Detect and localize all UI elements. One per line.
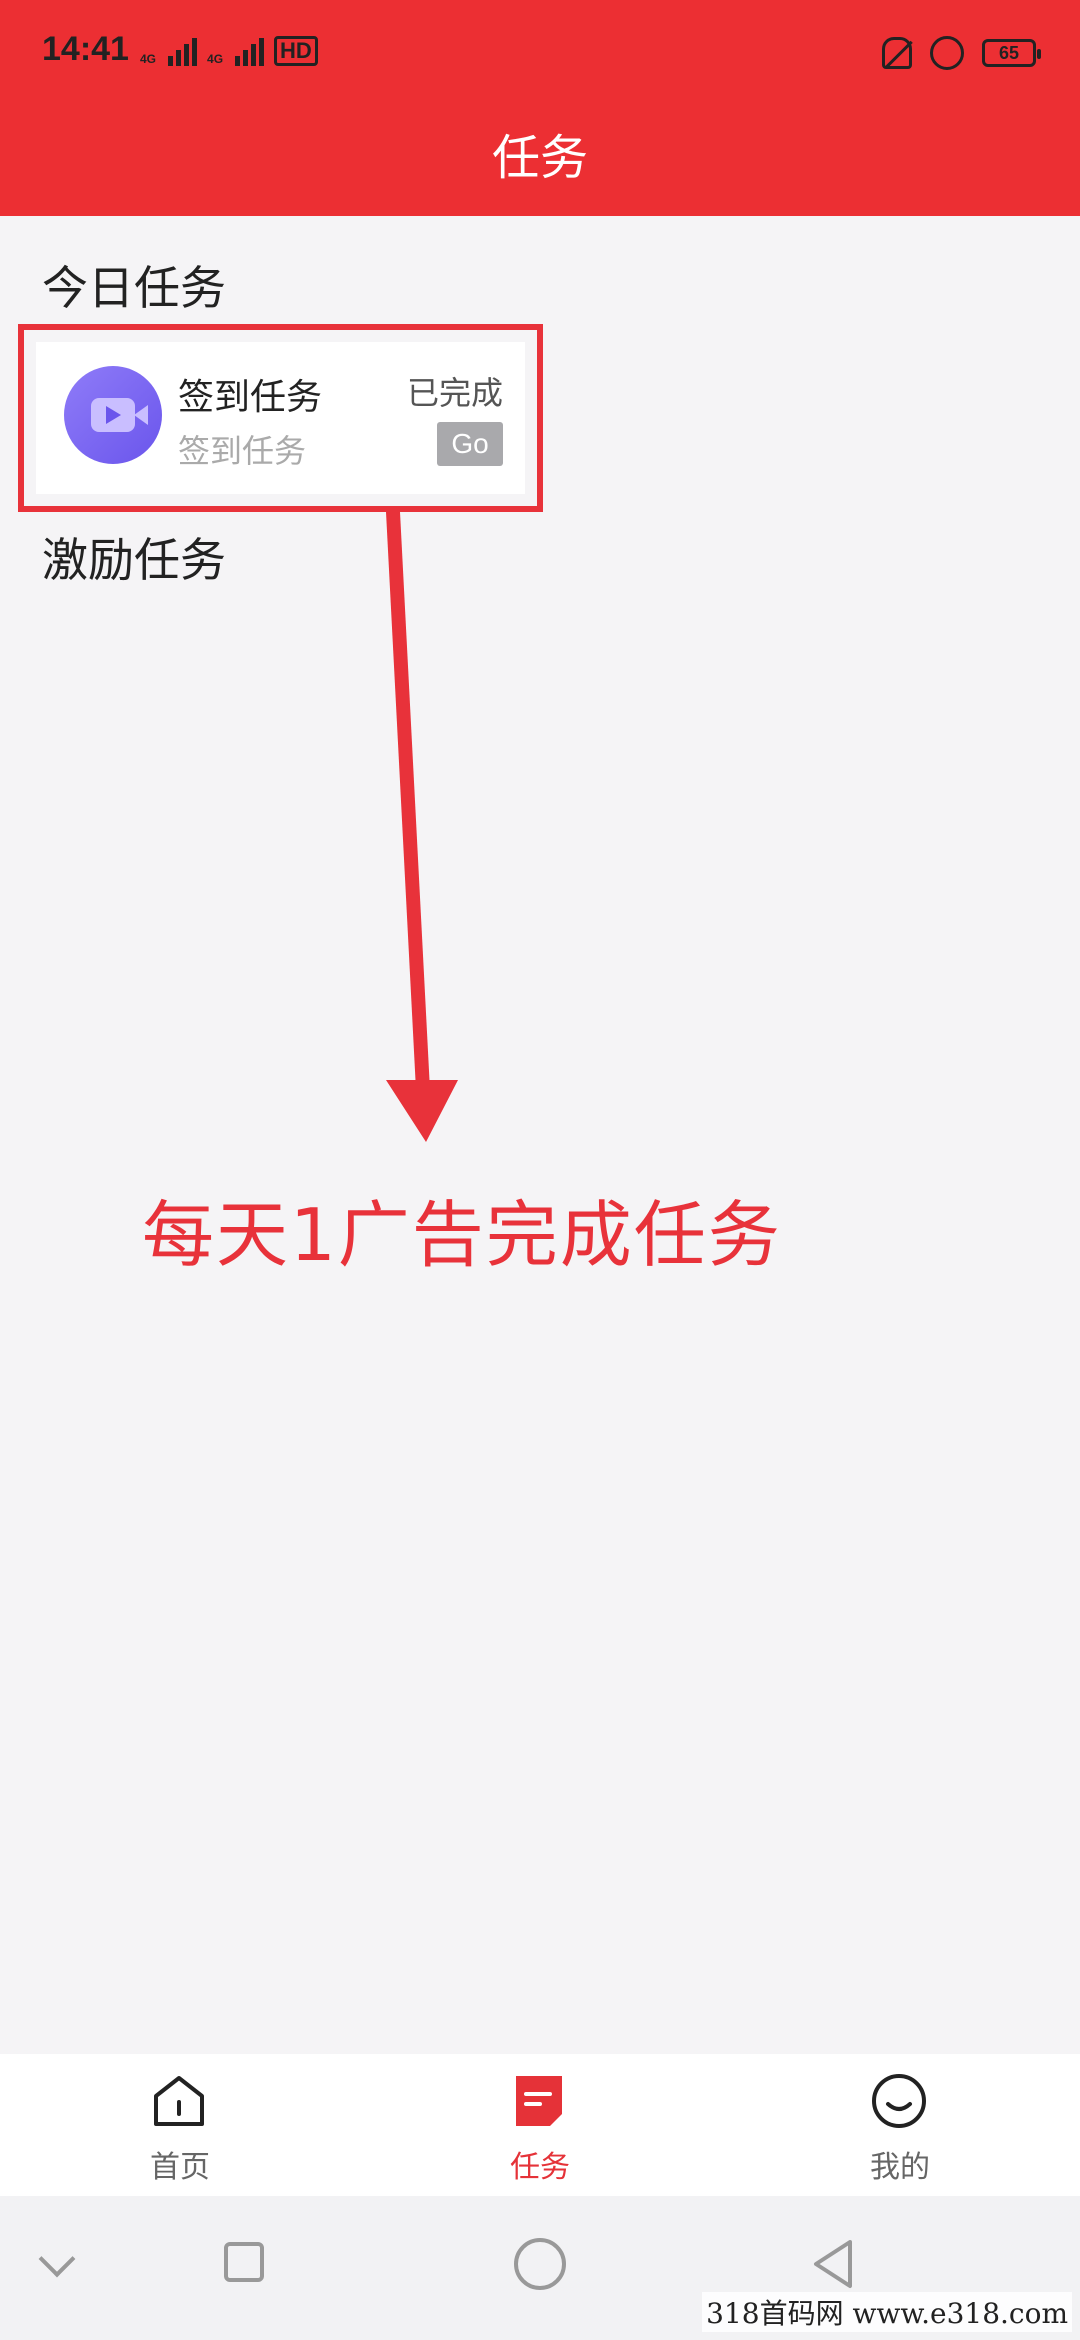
network-type-label-2: 4G bbox=[207, 52, 224, 66]
tab-mine-label: 我的 bbox=[870, 2150, 930, 2185]
page-title: 任务 bbox=[491, 130, 588, 186]
chevron-down-icon[interactable] bbox=[38, 2240, 76, 2278]
highlight-box bbox=[18, 324, 543, 512]
battery-icon: 65 bbox=[982, 39, 1041, 67]
app-header: 14:41 4G 4G HD 65 任务 bbox=[0, 0, 1080, 216]
bottom-tab-bar: 首页 任务 我的 bbox=[0, 2054, 1080, 2196]
recents-icon[interactable] bbox=[224, 2242, 264, 2282]
network-indicators: 4G 4G HD bbox=[140, 36, 318, 66]
annotation-text: 每天1广告完成任务 bbox=[142, 1193, 782, 1277]
section-today-title: 今日任务 bbox=[42, 261, 226, 315]
task-icon bbox=[516, 2076, 562, 2126]
watermark: 318首码网 www.e318.com bbox=[702, 2292, 1072, 2332]
status-time: 14:41 bbox=[42, 30, 129, 68]
section-incentive-title: 激励任务 bbox=[42, 533, 226, 587]
home-circle-icon[interactable] bbox=[514, 2238, 566, 2290]
smile-icon bbox=[872, 2074, 926, 2128]
network-type-label: 4G bbox=[140, 52, 157, 66]
back-triangle-icon[interactable] bbox=[808, 2236, 856, 2292]
home-icon bbox=[154, 2076, 204, 2126]
tab-home-label: 首页 bbox=[150, 2150, 210, 2185]
signal-icon bbox=[168, 36, 198, 66]
rotation-lock-icon bbox=[930, 36, 964, 70]
tab-mine[interactable]: 我的 bbox=[720, 2054, 1080, 2196]
tab-tasks-label: 任务 bbox=[510, 2150, 570, 2185]
hd-voice-icon: HD bbox=[274, 36, 318, 66]
mute-icon bbox=[882, 37, 912, 69]
signal-icon-2 bbox=[235, 36, 265, 66]
tab-tasks[interactable]: 任务 bbox=[360, 2054, 720, 2196]
status-right: 65 bbox=[882, 36, 1041, 70]
tab-home[interactable]: 首页 bbox=[0, 2054, 360, 2196]
